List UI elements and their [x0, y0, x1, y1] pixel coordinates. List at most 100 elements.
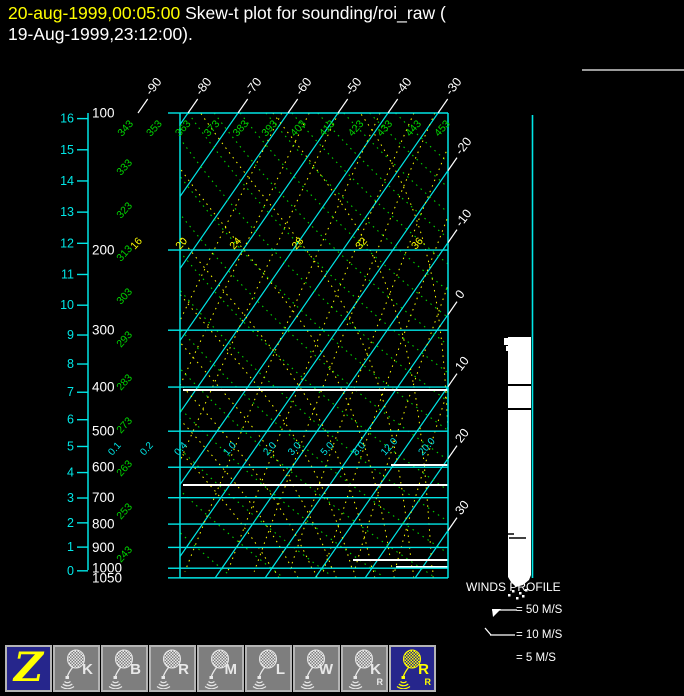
svg-text:333: 333 [114, 157, 135, 178]
title-text: Skew-t plot for sounding/roi_raw ( [180, 3, 446, 23]
toolbar-button-sounding-w[interactable]: W [293, 645, 340, 692]
svg-text:13: 13 [60, 205, 74, 219]
svg-text:0: 0 [452, 287, 467, 301]
svg-text:423: 423 [346, 118, 367, 139]
svg-text:273: 273 [114, 415, 135, 436]
svg-text:700: 700 [92, 490, 115, 505]
skewt-axes [77, 99, 457, 578]
svg-text:403: 403 [288, 118, 309, 139]
svg-text:363: 363 [173, 118, 194, 139]
station-letter: R [178, 662, 189, 677]
svg-text:-80: -80 [192, 75, 214, 98]
svg-text:0: 0 [67, 564, 74, 578]
svg-text:10: 10 [452, 354, 472, 374]
toolbar-button-sounding-l[interactable]: L [245, 645, 292, 692]
svg-text:-10: -10 [452, 207, 474, 230]
station-letter: B [130, 662, 141, 677]
station-letter-subscript: R [425, 677, 432, 687]
svg-text:12.0: 12.0 [379, 436, 400, 458]
svg-text:263: 263 [114, 458, 135, 479]
svg-text:1: 1 [67, 540, 74, 554]
toolbar-button-sounding-m[interactable]: M [197, 645, 244, 692]
svg-text:283: 283 [114, 372, 135, 393]
svg-text:8.0: 8.0 [351, 440, 369, 458]
svg-text:900: 900 [92, 540, 115, 555]
toolbar-button-sounding-k-r[interactable]: KR [341, 645, 388, 692]
svg-text:200: 200 [92, 243, 115, 258]
svg-text:10: 10 [60, 298, 74, 312]
svg-text:300: 300 [92, 323, 115, 338]
svg-text:800: 800 [92, 517, 115, 532]
wind-barb-legend-icons [485, 609, 517, 640]
station-letter: M [225, 662, 238, 677]
svg-text:393: 393 [259, 118, 280, 139]
toolbar-button-sounding-r[interactable]: R [149, 645, 196, 692]
svg-text:-70: -70 [242, 75, 264, 98]
svg-text:12: 12 [60, 236, 74, 250]
svg-text:433: 433 [375, 118, 396, 139]
svg-text:-90: -90 [142, 75, 164, 98]
svg-text:323: 323 [114, 200, 135, 221]
svg-text:0.2: 0.2 [138, 440, 156, 458]
svg-text:-50: -50 [342, 75, 364, 98]
toolbar-button-zeb-logo[interactable]: Z [5, 645, 52, 692]
svg-text:373: 373 [202, 118, 223, 139]
svg-text:16: 16 [60, 112, 74, 126]
svg-text:353: 353 [144, 118, 165, 139]
station-letter: R [418, 662, 429, 677]
skewt-plot-canvas: 1002003004005006007008009001000105016151… [0, 0, 684, 640]
skewt-grid [0, 113, 684, 578]
svg-text:-20: -20 [452, 135, 474, 158]
station-letter: L [276, 662, 285, 677]
svg-text:100: 100 [92, 106, 115, 121]
svg-text:2: 2 [67, 516, 74, 530]
svg-text:6: 6 [67, 413, 74, 427]
svg-text:-40: -40 [392, 75, 414, 98]
winds-profile-label: WINDS PROFILE [466, 580, 561, 594]
svg-text:5.0: 5.0 [319, 440, 337, 458]
svg-text:7: 7 [67, 385, 74, 399]
svg-text:9: 9 [67, 328, 74, 342]
svg-text:2.0: 2.0 [261, 440, 279, 458]
svg-text:5: 5 [67, 439, 74, 453]
wind-profile-column [504, 70, 684, 600]
station-letter: K [82, 662, 93, 677]
station-letter: K [370, 662, 381, 677]
svg-text:293: 293 [114, 329, 135, 350]
title-timestamp: 20-aug-1999,00:05:00 [8, 3, 180, 23]
toolbar: ZKBRMLWKRRR [5, 645, 436, 692]
title-text-line2: 19-Aug-1999,23:12:00). [8, 24, 193, 44]
page-title: 20-aug-1999,00:05:00 Skew-t plot for sou… [8, 3, 668, 45]
toolbar-button-sounding-b[interactable]: B [101, 645, 148, 692]
legend-5ms-label: = 5 M/S [516, 652, 556, 664]
svg-text:20: 20 [452, 426, 472, 446]
svg-text:3: 3 [67, 491, 74, 505]
svg-text:-30: -30 [442, 75, 464, 98]
svg-text:15: 15 [60, 143, 74, 157]
zeb-logo-glyph: Z [7, 645, 50, 688]
wind-barb-10-icon [485, 628, 491, 635]
svg-text:400: 400 [92, 380, 115, 395]
svg-text:453: 453 [432, 118, 453, 139]
svg-text:8: 8 [67, 357, 74, 371]
svg-text:30: 30 [452, 498, 472, 518]
svg-text:413: 413 [317, 118, 338, 139]
legend-10ms-label: = 10 M/S [516, 629, 562, 641]
station-letter: W [319, 662, 333, 677]
station-letter-subscript: R [377, 677, 384, 687]
wind-barb-50-icon [492, 609, 501, 617]
svg-text:14: 14 [60, 174, 74, 188]
svg-text:1.0: 1.0 [221, 440, 239, 458]
svg-text:343: 343 [115, 118, 136, 139]
toolbar-button-sounding-r-r[interactable]: RR [389, 645, 436, 692]
svg-text:3.0: 3.0 [286, 440, 304, 458]
toolbar-button-sounding-k[interactable]: K [53, 645, 100, 692]
svg-text:11: 11 [61, 267, 74, 281]
svg-text:383: 383 [231, 118, 252, 139]
svg-text:4: 4 [67, 466, 74, 480]
skewt-app-window: 1002003004005006007008009001000105016151… [0, 0, 684, 696]
svg-text:20.0: 20.0 [417, 436, 438, 458]
svg-text:303: 303 [114, 286, 135, 307]
svg-text:0.4: 0.4 [172, 440, 190, 458]
legend-50ms-label: = 50 M/S [516, 604, 562, 616]
